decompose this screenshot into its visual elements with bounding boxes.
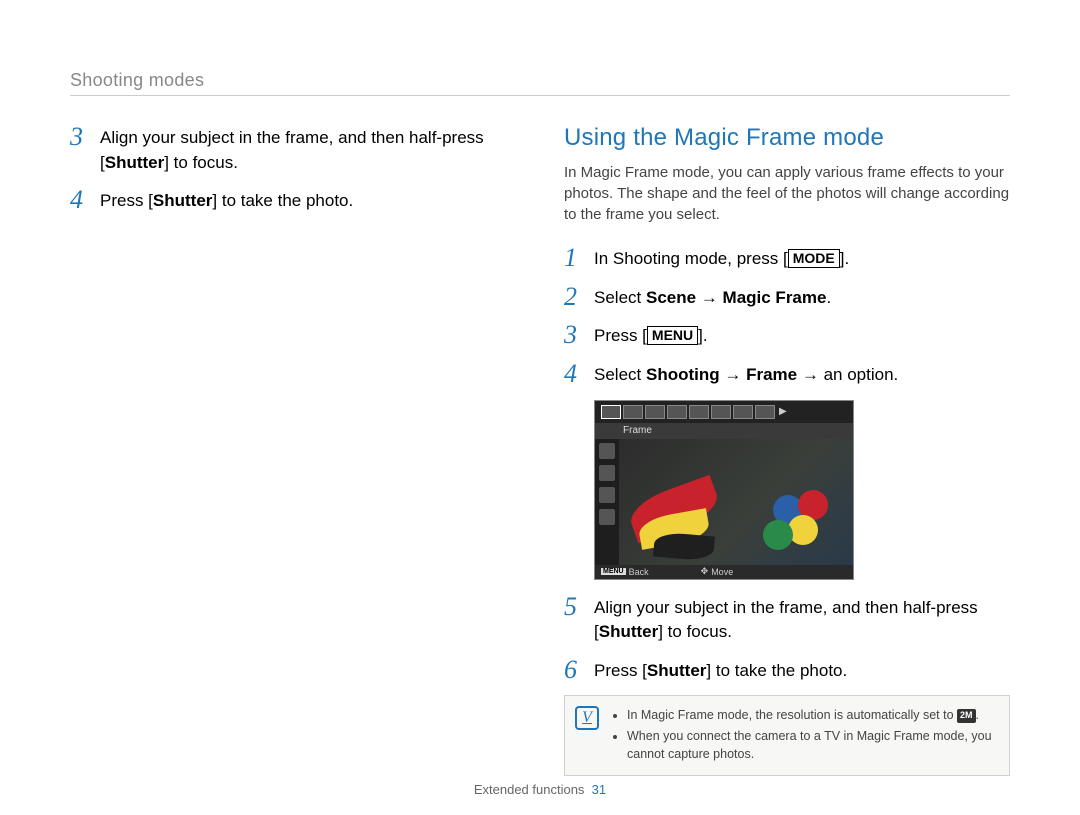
note-icon: V (575, 706, 599, 730)
note-box: V In Magic Frame mode, the resolution is… (564, 695, 1010, 775)
section-label: Shooting modes (70, 70, 1010, 96)
left-column: 3 Align your subject in the frame, and th… (70, 124, 516, 776)
intro-text: In Magic Frame mode, you can apply vario… (564, 162, 1010, 225)
frame-thumb (623, 405, 643, 419)
step-text: Press [MENU]. (594, 322, 708, 349)
step: 3 Press [MENU]. (564, 322, 1010, 349)
right-column: Using the Magic Frame mode In Magic Fram… (564, 124, 1010, 776)
menu-tag: MENU (601, 568, 626, 575)
sidebar-icon (599, 465, 615, 481)
bold-text: Shutter (647, 661, 707, 680)
step: 6 Press [Shutter] to take the photo. (564, 657, 1010, 684)
frame-thumb (689, 405, 709, 419)
camera-screenshot: ▶ Frame (594, 400, 854, 580)
bold-text: Frame (746, 365, 797, 384)
step-text: In Shooting mode, press [MODE]. (594, 245, 849, 272)
frame-thumb (645, 405, 665, 419)
bold-text: Shutter (153, 191, 213, 210)
step-number: 4 (70, 187, 90, 213)
frame-thumb (601, 405, 621, 419)
step-number: 4 (564, 361, 584, 387)
move-icon: ✥ (701, 566, 709, 577)
button-label-box: MODE (788, 249, 840, 268)
step-text: Press [Shutter] to take the photo. (100, 187, 353, 214)
step: 5 Align your subject in the frame, and th… (564, 594, 1010, 645)
screenshot-frame-label: Frame (595, 423, 853, 439)
screenshot-sidebar (595, 439, 619, 565)
bold-text: Shutter (105, 153, 165, 172)
two-column-layout: 3 Align your subject in the frame, and th… (70, 124, 1010, 776)
step: 4 Press [Shutter] to take the photo. (70, 187, 516, 214)
screenshot-art (619, 439, 853, 565)
bold-text: Shooting (646, 365, 720, 384)
move-label: Move (711, 567, 733, 577)
resolution-chip: 2M (957, 709, 976, 722)
step: 4 Select Shooting → Frame → an option. (564, 361, 1010, 388)
screenshot-thumb-row: ▶ (595, 401, 853, 423)
screenshot-bottom-bar: MENU Back ✥ Move (595, 565, 853, 579)
step-text: Select Scene → Magic Frame. (594, 284, 831, 311)
screenshot-body (595, 439, 853, 565)
step-number: 5 (564, 594, 584, 620)
chevron-right-icon: ▶ (779, 406, 787, 417)
step-text: Press [Shutter] to take the photo. (594, 657, 847, 684)
bold-text: Scene (646, 288, 696, 307)
step-number: 3 (70, 124, 90, 150)
step: 2 Select Scene → Magic Frame. (564, 284, 1010, 311)
footer-page-number: 31 (592, 782, 606, 797)
bold-text: Shutter (599, 622, 659, 641)
bold-text: Magic Frame (723, 288, 827, 307)
button-label-box: MENU (647, 326, 698, 345)
frame-thumb (711, 405, 731, 419)
step: 3 Align your subject in the frame, and th… (70, 124, 516, 175)
frame-thumb (755, 405, 775, 419)
step-text: Select Shooting → Frame → an option. (594, 361, 898, 388)
sidebar-icon (599, 487, 615, 503)
step-number: 1 (564, 245, 584, 271)
back-label: Back (629, 567, 649, 577)
step-number: 6 (564, 657, 584, 683)
footer-label: Extended functions (474, 782, 585, 797)
note-item: When you connect the camera to a TV in M… (627, 727, 997, 763)
step-text: Align your subject in the frame, and the… (594, 594, 1010, 645)
step: 1 In Shooting mode, press [MODE]. (564, 245, 1010, 272)
step-number: 2 (564, 284, 584, 310)
sidebar-icon (599, 509, 615, 525)
note-item: In Magic Frame mode, the resolution is a… (627, 706, 997, 724)
step-text: Align your subject in the frame, and the… (100, 124, 516, 175)
frame-thumb (733, 405, 753, 419)
frame-thumb (667, 405, 687, 419)
sidebar-icon (599, 443, 615, 459)
step-number: 3 (564, 322, 584, 348)
page-footer: Extended functions 31 (0, 782, 1080, 797)
heading-magic-frame: Using the Magic Frame mode (564, 124, 1010, 152)
note-list: In Magic Frame mode, the resolution is a… (611, 706, 997, 764)
